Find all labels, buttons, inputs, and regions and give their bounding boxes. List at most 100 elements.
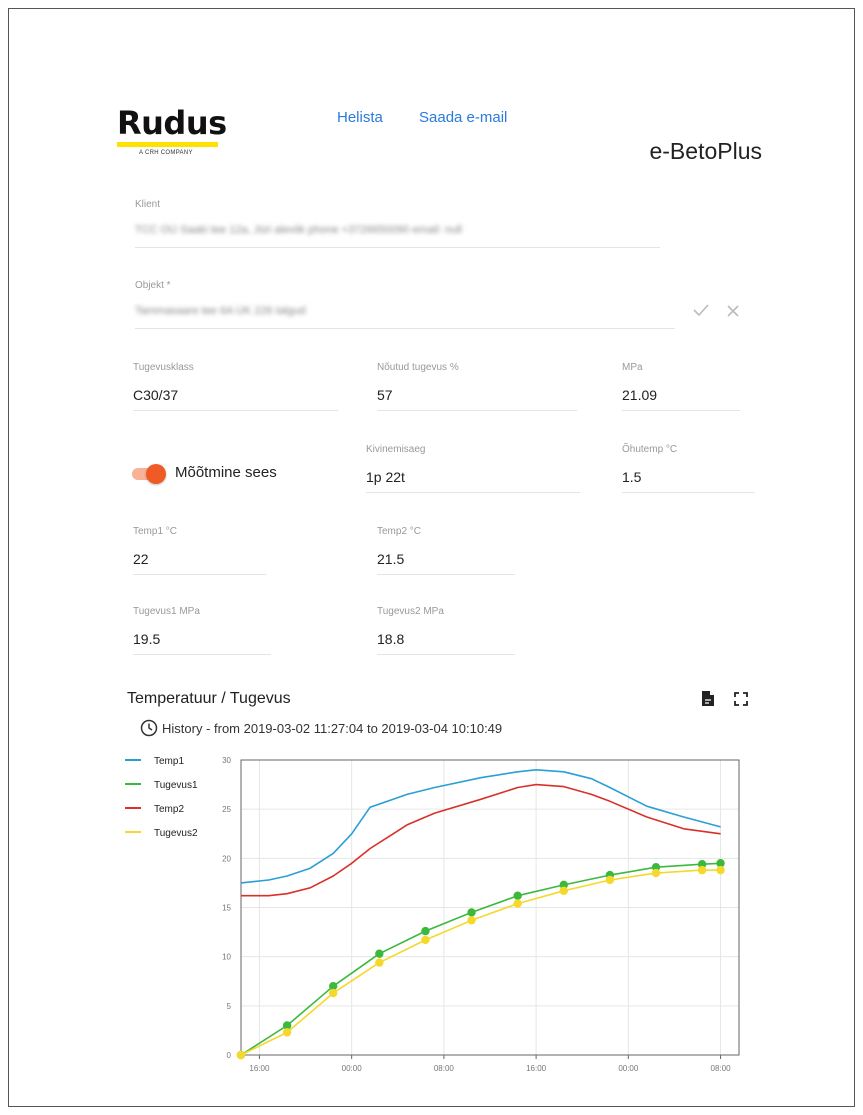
logo-underline: [117, 142, 218, 147]
temp2-label: Temp2 °C: [377, 526, 422, 537]
fullscreen-icon[interactable]: [734, 692, 748, 711]
data-point-tugevus1: [375, 949, 384, 958]
data-point-tugevus2: [651, 868, 661, 878]
temp1-field[interactable]: Temp1 °C 22: [133, 526, 266, 575]
required-strength-value: 57: [377, 387, 393, 403]
data-point-tugevus1: [421, 926, 430, 936]
history-text: History - from 2019-03-02 11:27:04 to 20…: [162, 721, 503, 736]
legend-label: Temp2: [154, 804, 184, 815]
temp2-field[interactable]: Temp2 °C 21.5: [377, 526, 515, 575]
file-icon[interactable]: [701, 690, 715, 712]
chart-grid: [241, 759, 739, 1056]
mpa-field[interactable]: MPa 21.09: [622, 362, 740, 411]
logo-tagline: A CRH COMPANY: [139, 150, 193, 156]
data-point-tugevus2: [329, 988, 338, 998]
data-point-tugevus1: [513, 891, 522, 900]
data-point-tugevus2: [697, 865, 707, 875]
air-temp-value: 1.5: [622, 469, 642, 485]
curing-time-value: 1p 22t: [366, 469, 405, 485]
client-underline: [135, 247, 660, 248]
y-tick-label: 10: [222, 953, 231, 962]
object-value: Tammasaare tee 6A ÜK 226 talgud: [135, 305, 306, 317]
temp2-underline: [377, 574, 515, 575]
temp2-value: 21.5: [377, 551, 405, 567]
logo-word: Rudus: [117, 104, 227, 142]
curing-time-underline: [366, 492, 580, 493]
y-tick-label: 0: [227, 1051, 232, 1060]
x-tick-label: 08:00: [711, 1064, 732, 1073]
strength1-field[interactable]: Tugevus1 MPa 19.5: [133, 606, 271, 655]
legend-label: Tugevus1: [154, 780, 198, 791]
data-point-tugevus2: [282, 1028, 292, 1037]
data-point-tugevus2: [559, 886, 568, 895]
strength2-field[interactable]: Tugevus2 MPa 18.8: [377, 606, 515, 655]
temp1-value: 22: [133, 551, 149, 567]
legend-label: Temp1: [154, 756, 184, 767]
y-axis: 0 5 10 15 20 25 30: [222, 756, 231, 1060]
temp1-label: Temp1 °C: [133, 526, 178, 537]
clear-icon[interactable]: [727, 304, 739, 322]
email-link[interactable]: Saada e-mail: [419, 109, 507, 126]
strength1-underline: [133, 654, 271, 655]
object-label: Objekt *: [135, 280, 171, 291]
mpa-value: 21.09: [622, 387, 658, 403]
clock-icon: [140, 719, 158, 737]
series-line-tugevus1: [240, 862, 721, 1056]
x-axis: 16:00 00:00 08:00 16:00 00:00 08:00: [249, 1055, 731, 1073]
air-temp-underline: [622, 492, 755, 493]
y-tick-label: 25: [222, 805, 231, 814]
object-field[interactable]: Objekt * Tammasaare tee 6A ÜK 226 talgud: [135, 280, 675, 329]
measurement-toggle[interactable]: [130, 463, 166, 484]
y-tick-label: 30: [222, 756, 231, 765]
strength-class-field[interactable]: Tugevusklass C30/37: [133, 362, 338, 411]
client-label: Klient: [135, 199, 161, 210]
x-tick-label: 08:00: [434, 1064, 455, 1073]
data-point-tugevus2: [716, 865, 725, 875]
strength2-label: Tugevus2 MPa: [377, 606, 444, 617]
measurement-toggle-label: Mõõtmine sees: [175, 464, 277, 481]
history-range: History - from 2019-03-02 11:27:04 to 20…: [140, 719, 502, 737]
series-line-temp2: [241, 783, 721, 897]
strength2-value: 18.8: [377, 631, 405, 647]
call-link[interactable]: Helista: [337, 109, 383, 126]
data-point-tugevus2: [513, 899, 522, 908]
app-title: e-BetoPlus: [649, 138, 762, 164]
client-value: TCC OÜ Saaki tee 12a, Jüri aleviik phone…: [135, 224, 462, 236]
y-tick-label: 20: [222, 854, 231, 863]
mpa-underline: [622, 410, 740, 411]
y-tick-label: 15: [222, 904, 231, 913]
data-point-tugevus2: [375, 958, 384, 967]
required-strength-underline: [377, 410, 577, 411]
data-point-tugevus2: [421, 935, 430, 945]
toggle-knob: [146, 464, 166, 484]
chart-legend: Temp1 Tugevus1 Temp2 Tugevus2: [125, 756, 198, 839]
strength-class-value: C30/37: [133, 387, 179, 403]
curing-time-field[interactable]: Kivinemisaeg 1p 22t: [366, 444, 580, 493]
x-tick-label: 00:00: [618, 1064, 639, 1073]
legend-label: Tugevus2: [154, 828, 198, 839]
air-temp-field[interactable]: Õhutemp °C 1.5: [622, 444, 755, 493]
temp1-underline: [133, 574, 266, 575]
data-point-tugevus2: [467, 916, 476, 925]
required-strength-label: Nõutud tugevus %: [377, 362, 459, 373]
strength-class-label: Tugevusklass: [133, 362, 194, 373]
check-icon[interactable]: [693, 303, 709, 322]
temperature-strength-chart: Temp1Tugevus1Temp2Tugevus2 051015202530 …: [125, 756, 740, 1073]
curing-time-label: Kivinemisaeg: [366, 444, 426, 455]
strength1-label: Tugevus1 MPa: [133, 606, 200, 617]
strength-class-underline: [133, 410, 338, 411]
client-field[interactable]: Klient TCC OÜ Saaki tee 12a, Jüri alevii…: [135, 199, 660, 248]
air-temp-label: Õhutemp °C: [622, 444, 678, 455]
strength1-value: 19.5: [133, 631, 161, 647]
x-tick-label: 16:00: [249, 1064, 270, 1073]
x-tick-label: 16:00: [526, 1064, 547, 1073]
data-point-tugevus2: [605, 875, 615, 885]
x-tick-label: 00:00: [342, 1064, 363, 1073]
series-line-temp1: [240, 768, 721, 884]
rudus-logo: Rudus A CRH COMPANY: [117, 105, 227, 156]
y-tick-label: 5: [227, 1002, 232, 1011]
chart-title: Temperatuur / Tugevus: [127, 690, 291, 707]
required-strength-field[interactable]: Nõutud tugevus % 57: [377, 362, 577, 411]
strength2-underline: [377, 654, 515, 655]
data-point-tugevus1: [467, 908, 476, 917]
